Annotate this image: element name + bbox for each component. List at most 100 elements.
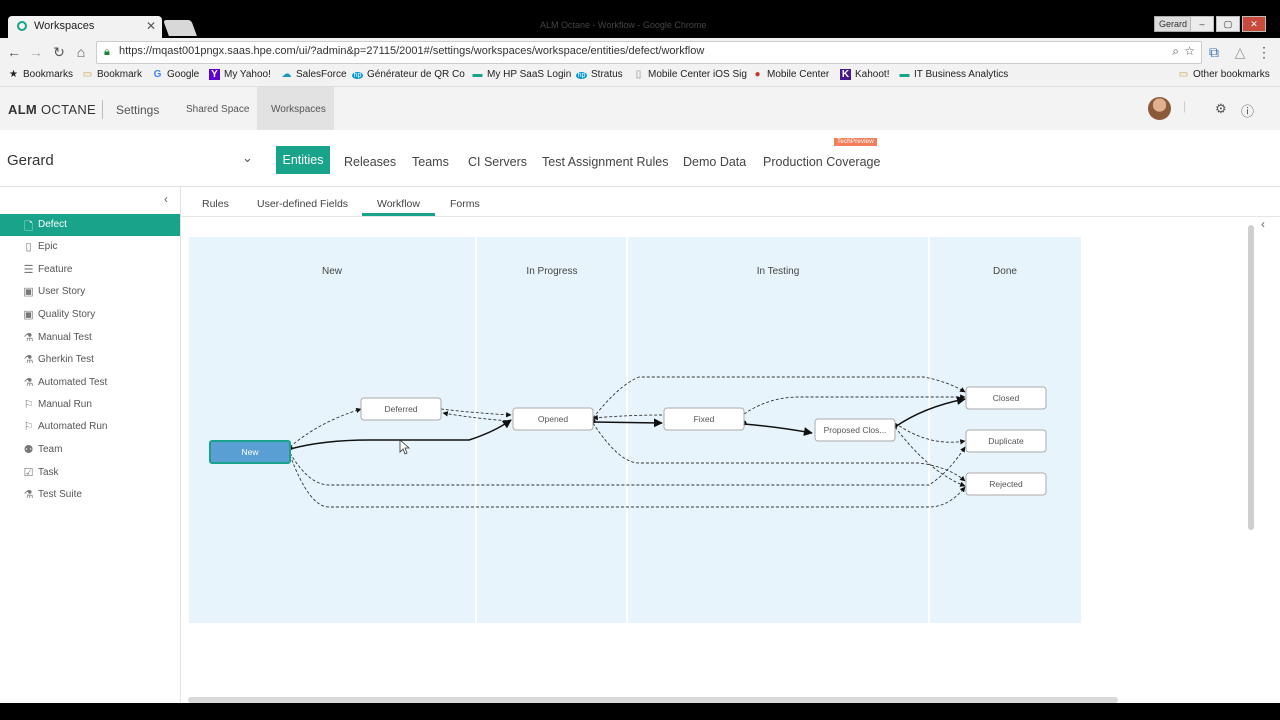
circle-icon: ●	[754, 69, 761, 80]
tab-forms[interactable]: Forms	[450, 198, 480, 210]
page-icon: ▯	[635, 69, 642, 80]
node-label-deferred: Deferred	[384, 404, 417, 414]
sidebar-item-manual-run[interactable]: ⚐ Manual Run	[0, 394, 180, 416]
bookmark-item[interactable]: Y My Yahoo!	[209, 69, 271, 80]
gear-icon[interactable]: ⚙	[1215, 101, 1227, 117]
sidebar-item-epic[interactable]: ▯ Epic	[0, 236, 180, 258]
home-icon[interactable]: ⌂	[73, 43, 89, 61]
sidebar-item-defect[interactable]: 🗋︎ Defect	[0, 214, 180, 236]
nav-workspaces[interactable]: Workspaces	[257, 87, 334, 130]
workflow-node-rejected[interactable]: Rejected	[965, 472, 1047, 496]
sidebar-item-gherkin-test[interactable]: ⚗ Gherkin Test	[0, 349, 180, 371]
chevron-down-icon[interactable]: ⌄	[242, 150, 253, 166]
bookmark-item[interactable]: K Kahoot!	[840, 69, 889, 80]
bookmark-item[interactable]: hp Générateur de QR Co	[352, 69, 465, 80]
tab-workflow[interactable]: Workflow	[377, 198, 420, 210]
node-label-opened: Opened	[538, 414, 569, 424]
sidebar-item-automated-test[interactable]: ⚗ Automated Test	[0, 372, 180, 394]
tab-releases[interactable]: Releases	[344, 155, 396, 169]
sidebar-item-feature[interactable]: ☰ Feature	[0, 259, 180, 281]
nav-settings[interactable]: Settings	[116, 103, 159, 117]
feature-icon: ☰	[23, 264, 34, 276]
avatar[interactable]	[1148, 97, 1171, 120]
tab-production-coverage[interactable]: Production Coverage	[763, 155, 880, 169]
vertical-scrollbar[interactable]	[1248, 225, 1254, 530]
close-window-icon[interactable]: ✕	[1242, 16, 1266, 32]
help-icon[interactable]: ⓘ	[1241, 101, 1254, 120]
tab-user-defined-fields[interactable]: User-defined Fields	[257, 198, 348, 210]
workflow-node-closed[interactable]: Closed	[965, 386, 1047, 410]
bookmark-item[interactable]: ☁ SalesForce	[281, 69, 347, 80]
node-label-fixed: Fixed	[694, 414, 715, 424]
bookmark-item[interactable]: ▬ My HP SaaS Login	[472, 69, 572, 80]
workflow-node-duplicate[interactable]: Duplicate	[965, 429, 1047, 453]
dash-icon: ▬	[899, 69, 910, 80]
extension-icon[interactable]: △	[1232, 43, 1248, 61]
sidebar-item-user-story[interactable]: ▣ User Story	[0, 281, 180, 303]
browser-toolbar: ← → ↻ ⌂ 🔒︎ https://mqast001pngx.saas.hpe…	[0, 38, 1280, 66]
zoom-search-icon[interactable]: ⌕	[1172, 44, 1179, 59]
bookmark-item[interactable]: ▬ IT Business Analytics	[899, 69, 1009, 80]
cast-icon[interactable]: ⧉	[1206, 43, 1222, 61]
team-icon: ⚉	[23, 444, 34, 456]
sidebar-item-automated-run[interactable]: ⚐ Automated Run	[0, 416, 180, 438]
tab-rules[interactable]: Rules	[202, 198, 229, 210]
window-title: ALM Octane - Workflow - Google Chrome	[540, 20, 707, 30]
forward-arrow-icon[interactable]: →	[28, 43, 44, 61]
alm-octane-logo[interactable]: ALM OCTANE	[8, 102, 96, 117]
bookmark-star-icon[interactable]: ☆	[1184, 44, 1195, 58]
bookmark-item[interactable]: ▯ Mobile Center iOS Sig	[633, 69, 747, 80]
tab-ci-servers[interactable]: CI Servers	[468, 155, 527, 169]
hp-icon: hp	[576, 72, 587, 79]
workflow-canvas-bg	[189, 237, 1081, 623]
close-tab-icon[interactable]: ✕	[146, 19, 156, 33]
node-label-closed: Closed	[993, 393, 1020, 403]
user-story-icon: ▣	[23, 286, 34, 298]
test-suite-icon: ⚗	[23, 489, 34, 501]
app-header: ALM OCTANE Settings Shared Space Workspa…	[0, 87, 1280, 131]
sidebar-item-team[interactable]: ⚉ Team	[0, 439, 180, 461]
bookmark-item[interactable]: G Google	[152, 69, 200, 80]
new-tab-button[interactable]	[163, 20, 197, 36]
workflow-node-proposed-close[interactable]: Proposed Clos...	[814, 418, 896, 442]
sidebar-item-task[interactable]: ☑ Task	[0, 462, 180, 484]
nav-shared-space[interactable]: Shared Space	[186, 104, 249, 115]
workspace-name[interactable]: Gerard	[7, 152, 54, 169]
defect-icon: 🗋︎	[24, 221, 33, 233]
minimize-icon[interactable]: –	[1190, 16, 1214, 32]
bookmark-item[interactable]: ★ Bookmarks	[8, 69, 73, 80]
phase-label-done: Done	[993, 266, 1017, 277]
transition-opened-fixed[interactable]	[592, 418, 663, 428]
other-bookmarks[interactable]: ▭ Other bookmarks	[1178, 69, 1270, 80]
dash-icon: ▬	[472, 69, 483, 80]
tab-demo-data[interactable]: Demo Data	[683, 155, 746, 169]
bookmark-item[interactable]: ▭ Bookmark	[82, 69, 142, 80]
phase-label-in-testing: In Testing	[757, 266, 800, 277]
sidebar-item-test-suite[interactable]: ⚗ Test Suite	[0, 484, 180, 506]
chrome-user-badge[interactable]: Gerard	[1153, 16, 1192, 32]
workflow-node-fixed[interactable]: Fixed	[663, 407, 745, 431]
collapse-right-panel-icon[interactable]: ‹	[1261, 217, 1265, 231]
tab-entities[interactable]: Entities	[276, 146, 330, 174]
browser-tab[interactable]: Workspaces ✕	[8, 16, 162, 38]
bookmark-item[interactable]: ● Mobile Center	[752, 69, 829, 80]
sidebar-item-manual-test[interactable]: ⚗ Manual Test	[0, 327, 180, 349]
node-label-duplicate: Duplicate	[988, 436, 1024, 446]
maximize-icon[interactable]: ▢	[1216, 16, 1240, 32]
address-bar[interactable]: 🔒︎ https://mqast001pngx.saas.hpe.com/ui/…	[96, 41, 1202, 64]
tab-teams[interactable]: Teams	[412, 155, 449, 169]
reload-icon[interactable]: ↻	[51, 43, 67, 61]
entity-sidebar: ‹ 🗋︎ Defect ▯ Epic ☰ Feature ▣ User Story ▣ Q…	[0, 187, 181, 720]
browser-tab-title: Workspaces	[34, 20, 95, 32]
workflow-node-opened[interactable]: Opened	[512, 407, 594, 431]
sidebar-item-quality-story[interactable]: ▣ Quality Story	[0, 304, 180, 326]
bookmark-item[interactable]: hp Stratus	[576, 69, 623, 80]
star-icon: ★	[9, 69, 18, 80]
workflow-node-new[interactable]: New	[209, 440, 291, 464]
workflow-diagram: New In Progress In Testing Done New Defe…	[189, 237, 1081, 623]
tab-test-assignment-rules[interactable]: Test Assignment Rules	[542, 155, 668, 169]
back-arrow-icon[interactable]: ←	[6, 43, 22, 61]
menu-icon[interactable]: ⋮	[1256, 43, 1272, 61]
collapse-sidebar-icon[interactable]: ‹	[164, 192, 168, 206]
workflow-node-deferred[interactable]: Deferred	[360, 397, 442, 421]
